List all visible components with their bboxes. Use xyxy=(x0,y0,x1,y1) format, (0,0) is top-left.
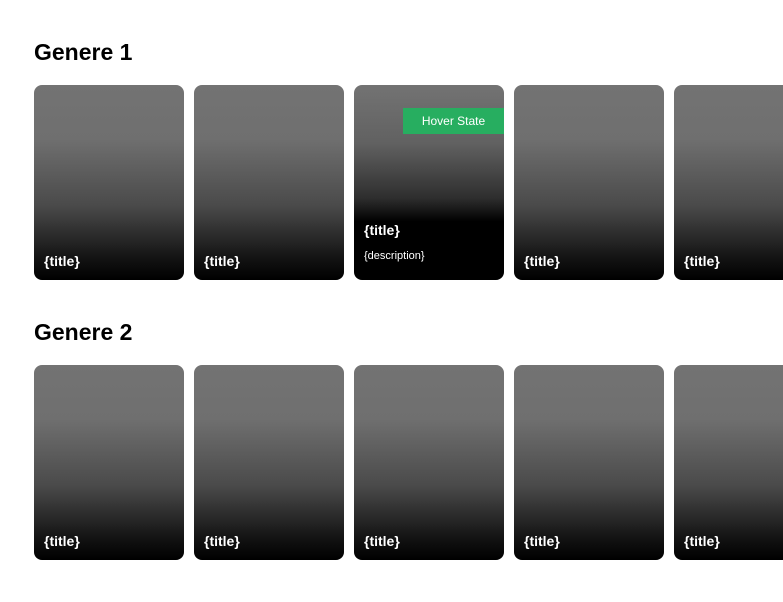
card-title: {title} xyxy=(684,533,720,549)
card-title: {title} xyxy=(524,253,560,269)
card-title: {title} xyxy=(684,253,720,269)
media-card[interactable]: {title} xyxy=(354,365,504,560)
card-description: {description} xyxy=(364,250,425,262)
media-card[interactable]: {title} xyxy=(674,365,783,560)
card-title: {title} xyxy=(204,533,240,549)
media-card-hovered[interactable]: Hover State {title} {description} xyxy=(354,85,504,280)
media-card[interactable]: {title} xyxy=(194,365,344,560)
section-title-genere-2: Genere 2 xyxy=(34,319,133,345)
section-title-genere-1: Genere 1 xyxy=(34,39,133,65)
card-title: {title} xyxy=(364,533,400,549)
card-title: {title} xyxy=(44,253,80,269)
media-card[interactable]: {title} xyxy=(514,85,664,280)
page: Genere 1 {title} {title} Hover State {ti… xyxy=(0,0,783,602)
card-title: {title} xyxy=(364,222,400,238)
card-title: {title} xyxy=(44,533,80,549)
card-title: {title} xyxy=(524,533,560,549)
card-row-genere-1: {title} {title} Hover State {title} {des… xyxy=(34,85,783,280)
media-card[interactable]: {title} xyxy=(674,85,783,280)
card-row-genere-2: {title} {title} {title} {title} {title} xyxy=(34,365,783,560)
card-title: {title} xyxy=(204,253,240,269)
hover-state-badge: Hover State xyxy=(403,108,504,134)
media-card[interactable]: {title} xyxy=(34,85,184,280)
media-card[interactable]: {title} xyxy=(34,365,184,560)
media-card[interactable]: {title} xyxy=(514,365,664,560)
media-card[interactable]: {title} xyxy=(194,85,344,280)
